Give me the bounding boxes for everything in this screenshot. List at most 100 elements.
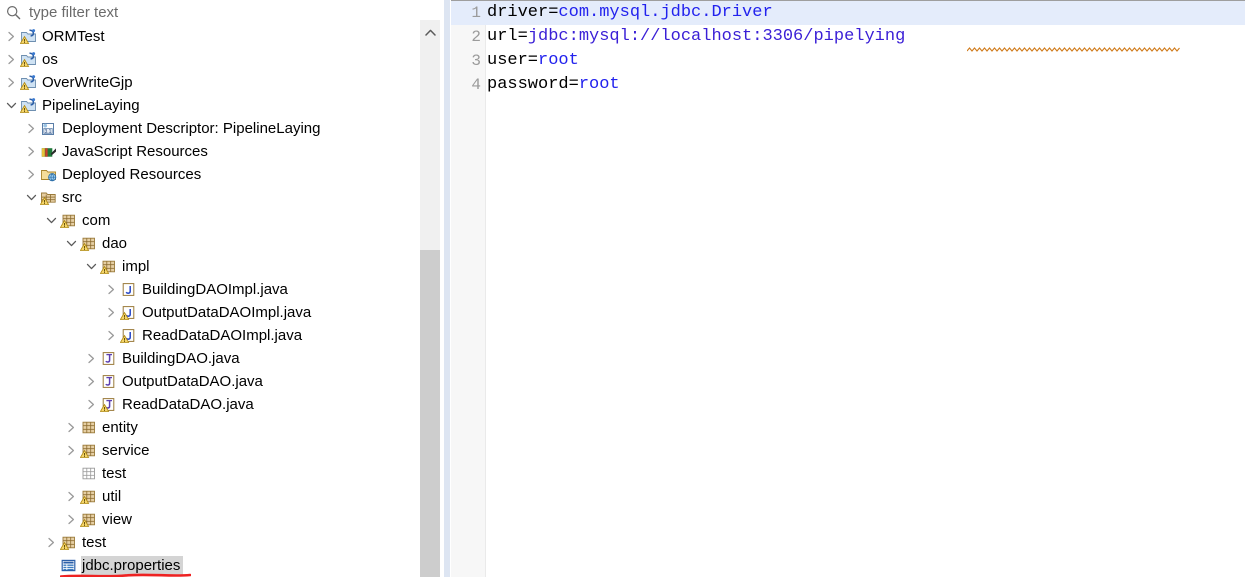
tree-item-dao[interactable]: dao [0, 232, 420, 255]
code-token-value: root [538, 51, 579, 70]
code-line[interactable]: 4 password=root [451, 73, 1245, 97]
java-project-warning-icon [20, 28, 37, 45]
tree-item-label: test [82, 534, 107, 551]
tree-item-view[interactable]: view [0, 508, 420, 531]
package-warning-icon [80, 488, 97, 505]
chevron-right-icon[interactable] [5, 48, 18, 71]
tree-item-content: view [0, 508, 132, 531]
chevron-right-icon [8, 54, 15, 65]
chevron-right-icon[interactable] [65, 508, 78, 531]
chevron-right-icon[interactable] [25, 117, 38, 140]
properties-editor[interactable]: 1 driver=com.mysql.jdbc.Driver 2 url=jdbc:m… [451, 0, 1245, 577]
tree-item-label: dao [102, 235, 128, 252]
filter-row[interactable]: type filter text [0, 0, 420, 25]
chevron-right-icon [108, 284, 115, 295]
chevron-right-icon[interactable] [105, 301, 118, 324]
package-explorer-panel: type filter text ORMTest os OverWriteGjp Pi… [0, 0, 443, 577]
chevron-down-icon[interactable] [25, 186, 38, 209]
chevron-right-icon[interactable] [25, 163, 38, 186]
tree-item-util[interactable]: util [0, 485, 420, 508]
tree-item-label: BuildingDAOImpl.java [142, 281, 288, 298]
project-tree: ORMTest os OverWriteGjp PipelineLaying 3.1 De… [0, 25, 420, 577]
package-icon [80, 419, 97, 436]
chevron-right-icon[interactable] [105, 278, 118, 301]
tree-item-content: impl [0, 255, 150, 278]
tree-item-javascript-resources[interactable]: JavaScript Resources [0, 140, 420, 163]
tree-item-content: ORMTest [0, 25, 105, 48]
chevron-right-icon[interactable] [45, 531, 58, 554]
scrollbar-thumb[interactable] [420, 250, 440, 577]
chevron-right-icon[interactable] [65, 416, 78, 439]
tree-item-content: ReadDataDAOImpl.java [0, 324, 302, 347]
code-token-key: driver= [487, 3, 559, 22]
chevron-down-icon[interactable] [45, 209, 58, 232]
code-line[interactable]: 1 driver=com.mysql.jdbc.Driver [451, 1, 1245, 25]
tree-item-label: util [102, 488, 122, 505]
chevron-right-icon[interactable] [5, 25, 18, 48]
tree-item-src[interactable]: src [0, 186, 420, 209]
chevron-right-icon[interactable] [85, 370, 98, 393]
tree-item-service[interactable]: service [0, 439, 420, 462]
chevron-down-icon[interactable] [65, 232, 78, 255]
explorer-vertical-scrollbar[interactable] [420, 0, 440, 577]
tree-item-content: test [0, 531, 106, 554]
chevron-right-icon[interactable] [5, 71, 18, 94]
chevron-right-icon[interactable] [105, 324, 118, 347]
panel-divider[interactable] [443, 0, 451, 577]
tree-item-os[interactable]: os [0, 48, 420, 71]
search-icon [6, 5, 21, 20]
tree-item-readdatadao-java[interactable]: ReadDataDAO.java [0, 393, 420, 416]
tree-item-label: OutputDataDAO.java [122, 373, 263, 390]
chevron-right-icon [68, 422, 75, 433]
tree-item-deployment-descriptor-pipelinelaying[interactable]: 3.1 Deployment Descriptor: PipelineLaying [0, 117, 420, 140]
line-number: 2 [471, 28, 481, 46]
chevron-right-icon[interactable] [25, 140, 38, 163]
tree-item-label: OverWriteGjp [42, 74, 133, 91]
tree-item-test[interactable]: test [0, 462, 420, 485]
tree-item-label: ReadDataDAO.java [122, 396, 254, 413]
code-token-value: root [578, 75, 620, 94]
tree-item-impl[interactable]: impl [0, 255, 420, 278]
chevron-right-icon[interactable] [85, 347, 98, 370]
chevron-right-icon[interactable] [65, 485, 78, 508]
filter-placeholder-text: type filter text [29, 4, 119, 21]
chevron-right-icon [48, 537, 55, 548]
line-number: 3 [471, 52, 481, 70]
tree-item-content: service [0, 439, 150, 462]
code-line[interactable]: 2 url=jdbc:mysql://localhost:3306/pipelyi… [451, 25, 1245, 49]
chevron-down-icon[interactable] [5, 94, 18, 117]
chevron-down-icon[interactable] [85, 255, 98, 278]
tree-item-overwritegjp[interactable]: OverWriteGjp [0, 71, 420, 94]
tree-item-deployed-resources[interactable]: Deployed Resources [0, 163, 420, 186]
chevron-down-icon [66, 240, 77, 247]
scrollbar-up-arrow[interactable] [420, 20, 440, 44]
tree-item-label: view [102, 511, 133, 528]
chevron-right-icon [68, 514, 75, 525]
tree-item-content: OutputDataDAO.java [0, 370, 263, 393]
tree-item-label: Deployed Resources [62, 166, 202, 183]
deployed-resources-icon [40, 166, 57, 183]
tree-item-buildingdaoimpl-java[interactable]: BuildingDAOImpl.java [0, 278, 420, 301]
tree-item-outputdatadaoimpl-java[interactable]: OutputDataDAOImpl.java [0, 301, 420, 324]
tree-item-ormtest[interactable]: ORMTest [0, 25, 420, 48]
chevron-right-icon [88, 353, 95, 364]
tree-item-entity[interactable]: entity [0, 416, 420, 439]
tree-item-label: JavaScript Resources [62, 143, 208, 160]
chevron-right-icon[interactable] [85, 393, 98, 416]
code-line[interactable]: 3 user=root [451, 49, 1245, 73]
code-area[interactable]: 1 driver=com.mysql.jdbc.Driver 2 url=jdbc:m… [451, 1, 1245, 577]
tree-item-test[interactable]: test [0, 531, 420, 554]
tree-item-buildingdao-java[interactable]: BuildingDAO.java [0, 347, 420, 370]
tree-item-outputdatadao-java[interactable]: OutputDataDAO.java [0, 370, 420, 393]
tree-item-content: JavaScript Resources [0, 140, 208, 163]
tree-item-content: ReadDataDAO.java [0, 393, 254, 416]
tree-item-label: ORMTest [42, 28, 105, 45]
tree-item-content: OverWriteGjp [0, 71, 133, 94]
tree-item-readdatadaoimpl-java[interactable]: ReadDataDAOImpl.java [0, 324, 420, 347]
tree-item-pipelinelaying[interactable]: PipelineLaying [0, 94, 420, 117]
chevron-right-icon [88, 376, 95, 387]
chevron-right-icon[interactable] [65, 439, 78, 462]
tree-item-label: test [102, 465, 127, 482]
tree-item-label: src [62, 189, 82, 206]
tree-item-com[interactable]: com [0, 209, 420, 232]
